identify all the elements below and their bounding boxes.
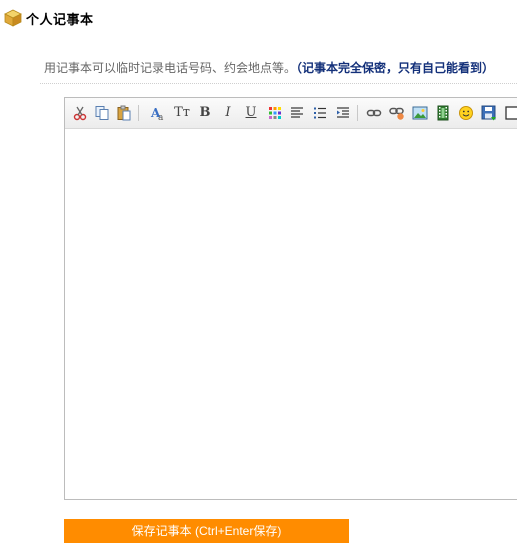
video-icon[interactable] (434, 104, 452, 122)
page-header: 个人记事本 (4, 8, 94, 28)
font-icon[interactable]: Aa (149, 104, 167, 122)
checkbox-icon[interactable] (503, 104, 517, 122)
cut-icon[interactable] (71, 104, 89, 122)
emoticon-icon[interactable] (457, 104, 475, 122)
align-icon[interactable] (288, 104, 306, 122)
save-icon[interactable] (480, 104, 498, 122)
box-icon (4, 9, 22, 27)
notepad-content-area[interactable] (65, 129, 517, 499)
color-icon[interactable] (266, 104, 284, 122)
description: 用记事本可以临时记录电话号码、约会地点等。（记事本完全保密，只有自己能看到） (44, 59, 494, 76)
toolbar-separator (138, 105, 139, 121)
paste-icon[interactable] (115, 104, 133, 122)
italic-icon[interactable]: I (219, 104, 237, 122)
list-icon[interactable] (311, 104, 329, 122)
description-text: 用记事本可以临时记录电话号码、约会地点等。 (44, 61, 297, 75)
bold-icon[interactable]: B (196, 104, 214, 122)
link-icon[interactable] (365, 104, 383, 122)
unlink-icon[interactable] (388, 104, 406, 122)
privacy-note: （记事本完全保密，只有自己能看到） (296, 61, 495, 75)
notepad-editor: Aa Tт B I U (64, 97, 517, 500)
divider (40, 83, 517, 84)
svg-text:a: a (158, 113, 164, 121)
page-title: 个人记事本 (26, 12, 94, 28)
save-notepad-button[interactable]: 保存记事本 (Ctrl+Enter保存) (64, 519, 349, 543)
indent-icon[interactable] (334, 104, 352, 122)
copy-icon[interactable] (93, 104, 111, 122)
underline-icon[interactable]: U (242, 104, 260, 122)
editor-toolbar: Aa Tт B I U (65, 98, 517, 129)
image-icon[interactable] (411, 104, 429, 122)
toolbar-separator (357, 105, 358, 121)
font-size-icon[interactable]: Tт (173, 104, 191, 122)
